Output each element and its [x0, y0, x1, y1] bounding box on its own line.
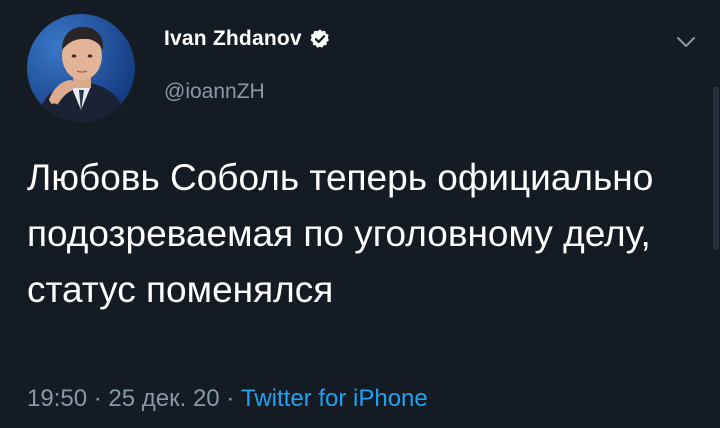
meta-separator: ·	[226, 385, 235, 412]
tweet-meta: 19:50 · 25 дек. 20 · Twitter for iPhone	[27, 385, 428, 413]
tweet-date[interactable]: 25 дек. 20	[108, 385, 219, 412]
scrollbar[interactable]	[713, 87, 719, 250]
tweet-card: Ivan Zhdanov @ioannZH Любовь Соболь тепе…	[0, 0, 720, 428]
tweet-source-link[interactable]: Twitter for iPhone	[241, 385, 428, 412]
meta-separator: ·	[93, 385, 102, 412]
chevron-down-icon[interactable]	[671, 27, 701, 57]
avatar-photo	[27, 14, 135, 122]
author-name[interactable]: Ivan Zhdanov	[164, 27, 331, 51]
author-handle[interactable]: @ioannZH	[164, 80, 265, 104]
avatar[interactable]	[27, 14, 135, 122]
tweet-time[interactable]: 19:50	[27, 385, 87, 412]
display-name-text: Ivan Zhdanov	[164, 27, 302, 50]
tweet-text: Любовь Соболь теперь официально подозрев…	[27, 157, 654, 310]
verified-badge-icon	[309, 28, 331, 50]
